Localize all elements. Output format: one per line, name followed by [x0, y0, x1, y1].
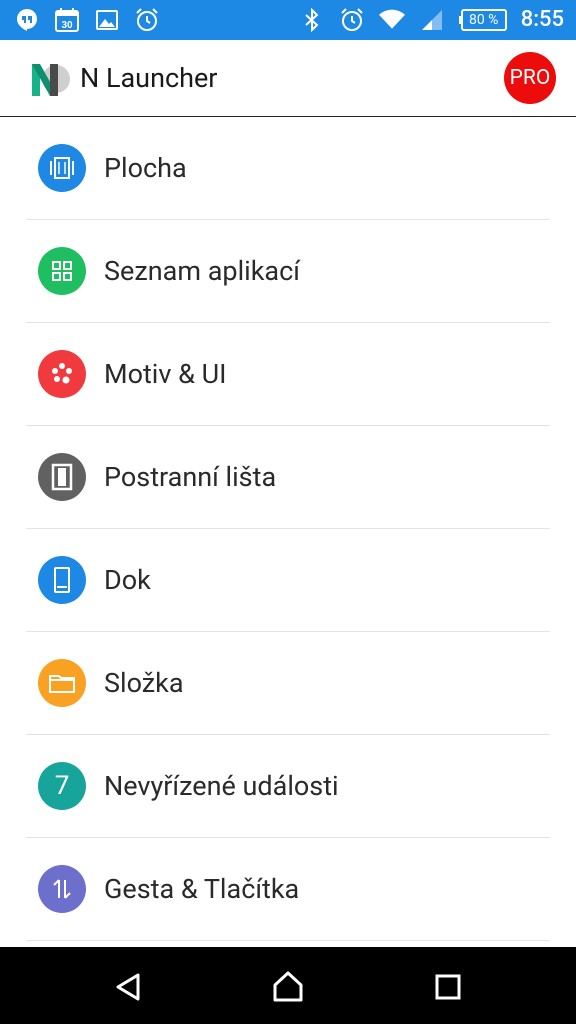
- calendar-day: 30: [61, 20, 73, 31]
- badge-icon: 7: [38, 762, 86, 810]
- n-launcher-logo-icon: [26, 56, 72, 102]
- notification-icons: 30: [14, 6, 160, 34]
- alarm-icon: [339, 6, 365, 34]
- menu-item-label: Postranní lišta: [104, 461, 277, 493]
- image-icon: [94, 6, 120, 34]
- app-bar: N Launcher PRO: [0, 40, 576, 117]
- menu-item-postranni-lista[interactable]: Postranní lišta: [0, 426, 576, 529]
- menu-item-label: Motiv & UI: [104, 358, 227, 390]
- settings-menu: Plocha Seznam aplikací Motiv & UI Postra…: [0, 117, 576, 941]
- home-icon[interactable]: [268, 967, 308, 1007]
- menu-item-label: Nevyřízené události: [104, 770, 339, 802]
- menu-item-dok[interactable]: Dok: [0, 529, 576, 632]
- menu-item-label: Dok: [104, 564, 151, 596]
- alarm-app-icon: [134, 6, 160, 34]
- status-bar: 30 80 % 8:55: [0, 0, 576, 40]
- phone-icon: [38, 556, 86, 604]
- grid-icon: [38, 247, 86, 295]
- menu-item-seznam-aplikaci[interactable]: Seznam aplikací: [0, 220, 576, 323]
- menu-item-label: Složka: [104, 667, 184, 699]
- back-icon[interactable]: [108, 967, 148, 1007]
- menu-item-label: Seznam aplikací: [104, 255, 300, 287]
- menu-item-label: Gesta & Tlačítka: [104, 873, 300, 905]
- badge-count: 7: [54, 771, 70, 801]
- battery-icon: 80 %: [458, 9, 507, 31]
- app-title: N Launcher: [80, 62, 218, 94]
- desktop-icon: [38, 144, 86, 192]
- pro-button[interactable]: PRO: [504, 52, 556, 104]
- folder-icon: [38, 659, 86, 707]
- palette-icon: [38, 350, 86, 398]
- hangouts-icon: [14, 6, 40, 34]
- gesture-icon: [38, 865, 86, 913]
- menu-item-label: Plocha: [104, 152, 187, 184]
- menu-item-motiv-ui[interactable]: Motiv & UI: [0, 323, 576, 426]
- menu-item-nevyrizene-udalosti[interactable]: 7 Nevyřízené události: [0, 735, 576, 838]
- sidebar-icon: [38, 453, 86, 501]
- menu-item-plocha[interactable]: Plocha: [0, 117, 576, 220]
- divider: [26, 940, 550, 941]
- calendar-icon: 30: [54, 6, 80, 34]
- bluetooth-icon: [299, 6, 325, 34]
- wifi-icon: [378, 6, 405, 34]
- menu-item-slozka[interactable]: Složka: [0, 632, 576, 735]
- clock: 8:55: [520, 7, 564, 32]
- recents-icon[interactable]: [428, 967, 468, 1007]
- system-icons: 80 % 8:55: [299, 6, 564, 34]
- menu-item-gesta-tlacitka[interactable]: Gesta & Tlačítka: [0, 838, 576, 941]
- navigation-bar: [0, 947, 576, 1024]
- battery-level: 80 %: [460, 9, 507, 31]
- signal-icon: [419, 6, 445, 34]
